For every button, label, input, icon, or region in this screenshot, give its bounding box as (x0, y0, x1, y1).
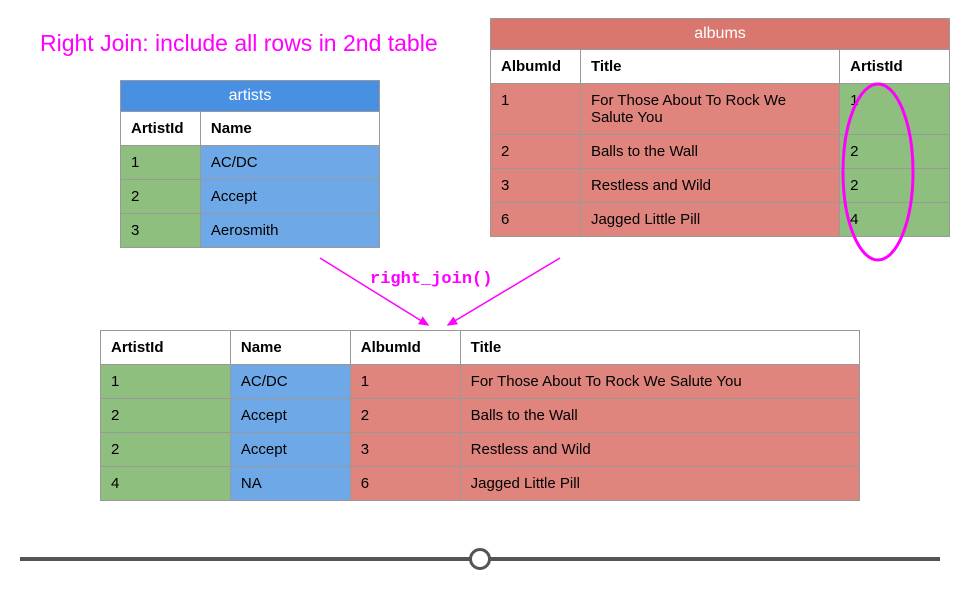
table-row: 2 Balls to the Wall 2 (491, 135, 950, 169)
table-header-row: AlbumId Title ArtistId (491, 50, 950, 84)
arrow-albums-to-result (448, 258, 560, 325)
col-name: Name (230, 331, 350, 365)
col-albumid: AlbumId (491, 50, 581, 84)
table-header-row: ArtistId Name AlbumId Title (101, 331, 860, 365)
col-artistid: ArtistId (121, 112, 201, 146)
table-row: 2 Accept (121, 180, 380, 214)
col-artistid: ArtistId (840, 50, 950, 84)
col-title: Title (460, 331, 859, 365)
table-header-row: ArtistId Name (121, 112, 380, 146)
result-table: ArtistId Name AlbumId Title 1 AC/DC 1 Fo… (100, 330, 860, 501)
table-row: 2 Accept 3 Restless and Wild (101, 433, 860, 467)
table-row: 3 Restless and Wild 2 (491, 169, 950, 203)
col-artistid: ArtistId (101, 331, 231, 365)
col-albumid: AlbumId (350, 331, 460, 365)
col-name: Name (200, 112, 379, 146)
col-title: Title (580, 50, 839, 84)
table-row: 3 Aerosmith (121, 214, 380, 248)
arrow-artists-to-result (320, 258, 428, 325)
artists-title: artists (121, 81, 380, 112)
table-row: 1 AC/DC (121, 146, 380, 180)
albums-title: albums (491, 19, 950, 50)
heading-rest: include all rows in 2nd table (149, 30, 438, 56)
progress-timeline[interactable] (20, 548, 940, 570)
heading-strong: Right Join: (40, 30, 149, 56)
function-label: right_join() (370, 270, 492, 289)
albums-table: albums AlbumId Title ArtistId 1 For Thos… (490, 18, 950, 237)
table-row: 1 AC/DC 1 For Those About To Rock We Sal… (101, 365, 860, 399)
timeline-knob[interactable] (469, 548, 491, 570)
table-row: 4 NA 6 Jagged Little Pill (101, 467, 860, 501)
table-row: 1 For Those About To Rock We Salute You … (491, 84, 950, 135)
table-row: 2 Accept 2 Balls to the Wall (101, 399, 860, 433)
table-row: 6 Jagged Little Pill 4 (491, 203, 950, 237)
artists-table: artists ArtistId Name 1 AC/DC 2 Accept 3… (120, 80, 380, 248)
page-title: Right Join: include all rows in 2nd tabl… (40, 30, 438, 57)
